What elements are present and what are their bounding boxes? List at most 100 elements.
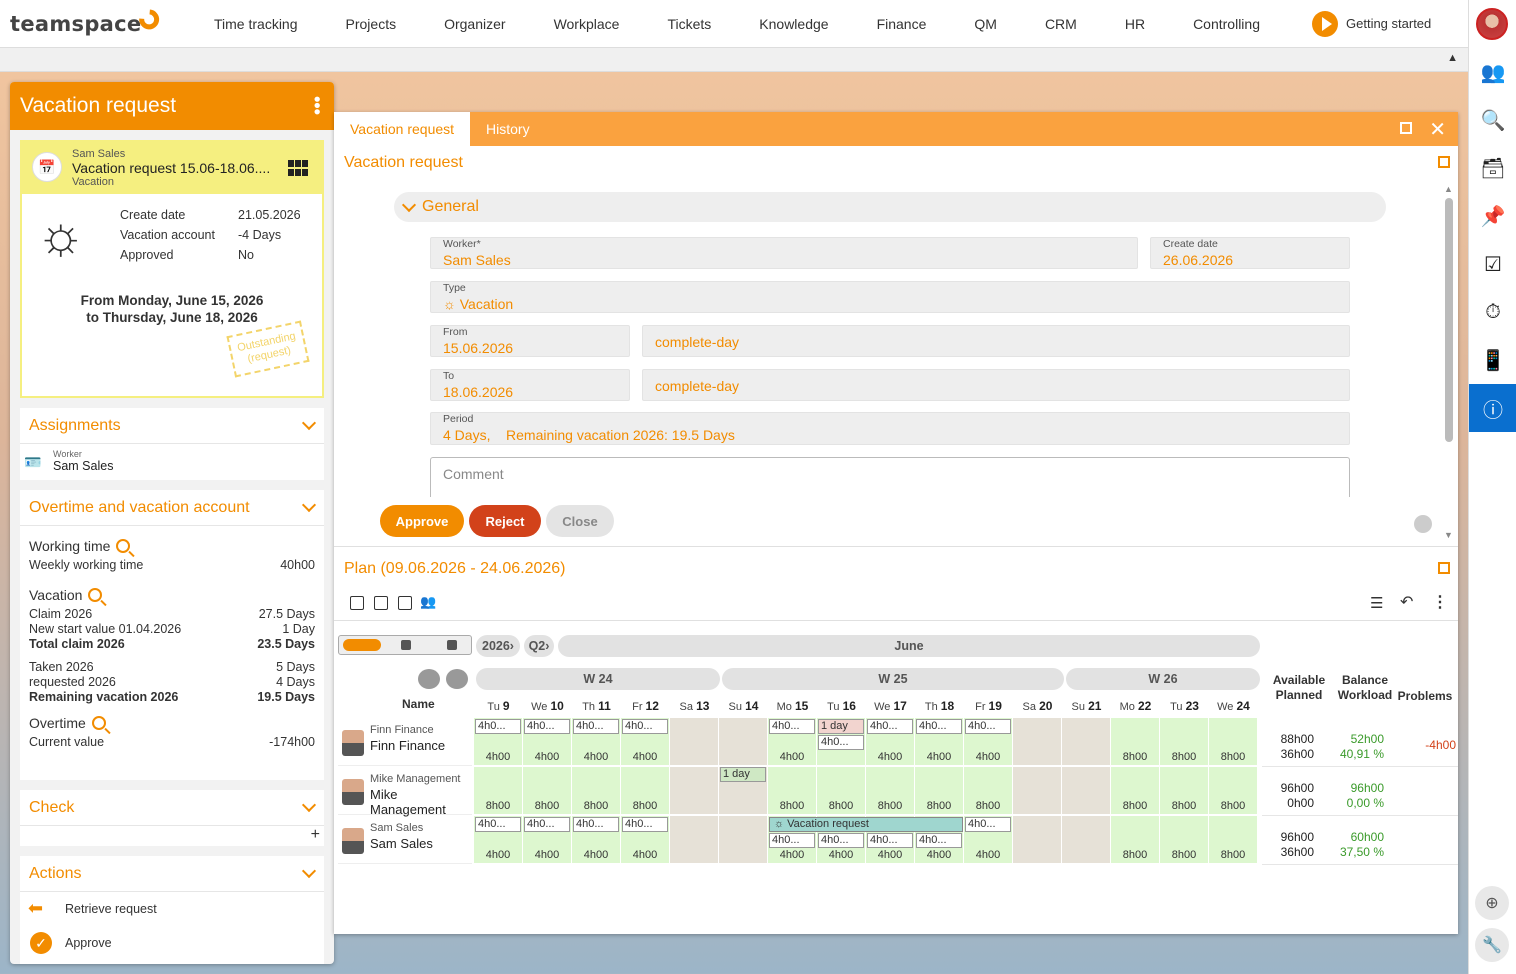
plan-cell[interactable]: 4h00 4h0... <box>964 816 1013 864</box>
booking-chip[interactable]: 4h0... <box>524 719 570 734</box>
plan-cell[interactable]: 8h00 <box>621 767 670 815</box>
table-row[interactable]: Mike Management Mike Management <box>338 767 472 817</box>
plan-cell[interactable]: 4h00 4h0... <box>866 718 915 766</box>
plan-cell[interactable]: 4h00 4h0... <box>474 718 523 766</box>
nav-item[interactable]: Time tracking <box>190 16 322 32</box>
booking-chip[interactable]: 4h0... <box>475 719 521 734</box>
zoom-month[interactable] <box>447 640 457 650</box>
retrieve-request-action[interactable]: ⬅ Retrieve request <box>20 892 324 926</box>
worker-field[interactable]: Worker* Sam Sales <box>430 237 1138 269</box>
view-card-icon[interactable] <box>350 596 364 610</box>
plan-cell[interactable]: 8h00 <box>572 767 621 815</box>
nav-item[interactable]: Projects <box>322 16 421 32</box>
close-icon[interactable]: ✕ <box>1429 117 1446 142</box>
tasks-icon[interactable]: ☑ <box>1469 240 1516 288</box>
table-row[interactable]: Finn Finance Finn Finance <box>338 718 472 766</box>
week-pill[interactable]: W 26 <box>1066 668 1260 690</box>
booking-chip[interactable]: 4h0... <box>769 833 815 848</box>
assignments-header[interactable]: Assignments <box>20 408 324 444</box>
plan-cell[interactable]: 4h00 4h0... <box>915 718 964 766</box>
mobile-icon[interactable]: 📱 <box>1469 336 1516 384</box>
nav-item[interactable]: Organizer <box>420 16 529 32</box>
approve-button[interactable]: Approve <box>380 505 464 537</box>
plan-cell[interactable]: 8h00 <box>817 767 866 815</box>
plan-cell[interactable] <box>670 816 719 864</box>
nav-item[interactable]: HR <box>1101 16 1169 32</box>
nav-item[interactable]: Knowledge <box>735 16 852 32</box>
booking-chip[interactable]: 4h0... <box>965 719 1011 734</box>
more-menu-icon[interactable]: ••• <box>307 96 327 115</box>
booking-chip[interactable]: 4h0... <box>818 833 864 848</box>
plan-cell[interactable]: 8h00 <box>964 767 1013 815</box>
nav-item[interactable]: Controlling <box>1169 16 1284 32</box>
teamspace-logo[interactable]: teamspace <box>10 4 190 36</box>
user-avatar[interactable] <box>1476 8 1508 40</box>
form-scrollbar[interactable] <box>1445 198 1453 442</box>
plan-cell[interactable] <box>719 718 768 766</box>
from-date-field[interactable]: From 15.06.2026 <box>430 325 630 357</box>
booking-chip[interactable]: 4h0... <box>867 719 913 734</box>
booking-chip[interactable]: 4h0... <box>622 817 668 832</box>
plan-cell[interactable]: 8h00 <box>1111 718 1160 766</box>
close-button[interactable]: Close <box>546 505 614 537</box>
quarter-pill[interactable]: Q2› <box>524 635 554 657</box>
search-icon[interactable]: 🔍 <box>1469 96 1516 144</box>
plan-cell[interactable] <box>1013 718 1062 766</box>
magnifier-icon[interactable] <box>91 716 106 730</box>
collapse-up-icon[interactable]: ▲ <box>1447 52 1458 64</box>
add-check-button[interactable]: + <box>311 826 320 844</box>
type-field[interactable]: Type ☼ Vacation <box>430 281 1350 313</box>
plan-cell[interactable] <box>1062 816 1111 864</box>
zoom-selector[interactable] <box>338 635 472 655</box>
nav-item[interactable]: QM <box>950 16 1021 32</box>
from-mode-select[interactable]: complete-day <box>642 325 1350 357</box>
booking-chip[interactable]: 4h0... <box>573 719 619 734</box>
undo-icon[interactable]: ↶ <box>1400 592 1413 612</box>
plan-cell[interactable]: 4h00 4h0... <box>964 718 1013 766</box>
booking-chip[interactable]: 4h0... <box>573 817 619 832</box>
table-row[interactable]: Sam Sales Sam Sales <box>338 816 472 864</box>
booking-chip[interactable]: 4h0... <box>867 833 913 848</box>
plan-cell[interactable] <box>719 816 768 864</box>
reject-button[interactable]: Reject <box>469 505 541 537</box>
month-pill[interactable]: June <box>558 635 1260 657</box>
booking-chip[interactable]: 4h0... <box>622 719 668 734</box>
plan-cell[interactable]: 8h00 <box>1209 718 1258 766</box>
expand-form-icon[interactable] <box>1438 156 1450 168</box>
plan-cell[interactable]: 4h00 4h0... <box>523 718 572 766</box>
inbox-icon[interactable]: 🗃 <box>1469 144 1516 192</box>
plan-cell[interactable]: 8h00 <box>1209 767 1258 815</box>
zoom-week[interactable] <box>401 640 411 650</box>
prev-week-icon[interactable] <box>418 669 440 689</box>
plan-cell[interactable]: 4h00 4h0... <box>572 816 621 864</box>
approve-action[interactable]: ✓ Approve <box>20 926 324 960</box>
plan-cell[interactable]: 8h00 <box>1111 767 1160 815</box>
plan-cell[interactable] <box>1062 767 1111 815</box>
week-pill[interactable]: W 24 <box>476 668 720 690</box>
create-date-field[interactable]: Create date 26.06.2026 <box>1150 237 1350 269</box>
booking-chip[interactable]: 4h0... <box>524 817 570 832</box>
plan-cell[interactable]: 8h00 <box>915 767 964 815</box>
scroll-up-icon[interactable]: ▲ <box>1444 184 1453 194</box>
view-list-icon[interactable] <box>398 596 412 610</box>
grid-icon[interactable] <box>288 160 308 176</box>
vacation-request-bar[interactable]: ☼ Vacation request <box>769 817 963 832</box>
expand-plan-icon[interactable] <box>1438 562 1450 574</box>
overtime-header[interactable]: Overtime and vacation account <box>20 490 324 526</box>
assignment-item[interactable]: 🪪 Worker Sam Sales <box>20 444 324 478</box>
add-circle-icon[interactable]: ⊕ <box>1475 886 1509 920</box>
view-calendar-icon[interactable] <box>374 596 388 610</box>
plan-cell[interactable]: 4h00 4h0... <box>768 718 817 766</box>
plan-cell[interactable] <box>1013 816 1062 864</box>
nav-item[interactable]: Finance <box>853 16 951 32</box>
plan-cell[interactable]: 8h00 <box>1160 816 1209 864</box>
zoom-day[interactable] <box>343 639 381 651</box>
to-mode-select[interactable]: complete-day <box>642 369 1350 401</box>
more-vert-icon[interactable]: ⋮ <box>1432 592 1448 612</box>
plan-cell[interactable] <box>1062 718 1111 766</box>
plan-cell[interactable]: 4h00 4h0... <box>621 816 670 864</box>
plan-cell[interactable]: 8h00 <box>474 767 523 815</box>
plan-cell[interactable]: 8h00 <box>1111 816 1160 864</box>
booking-chip[interactable]: 4h0... <box>818 735 864 750</box>
plan-cell[interactable]: 8h00 <box>1160 767 1209 815</box>
